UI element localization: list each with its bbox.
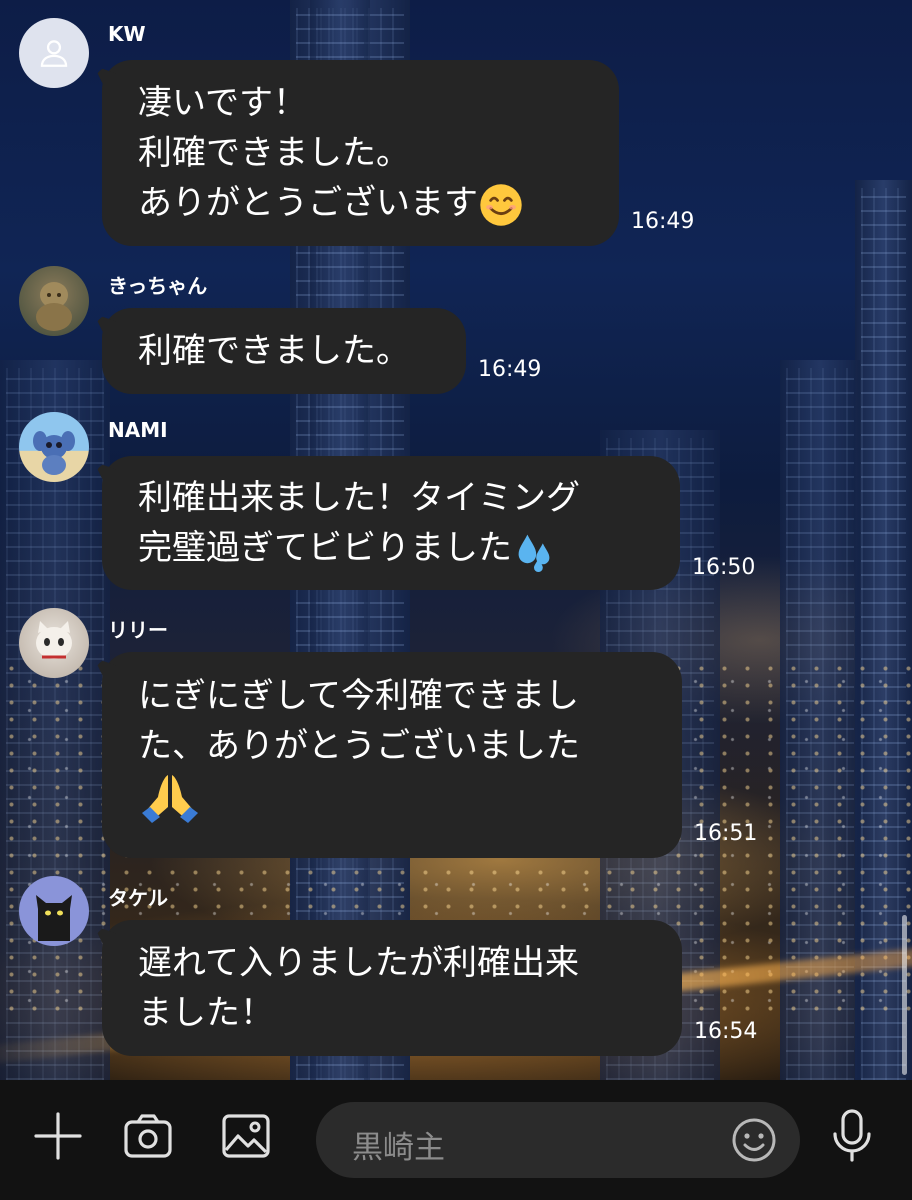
person-icon <box>40 40 68 67</box>
image-icon[interactable] <box>218 1108 274 1164</box>
avatar-user[interactable] <box>19 876 89 946</box>
message-time: 16:50 <box>692 555 756 580</box>
plus-icon[interactable] <box>30 1108 86 1164</box>
message-line: 完璧過ぎてビビりました <box>138 523 644 573</box>
message-line <box>138 771 646 827</box>
message-input[interactable]: 黒崎主 <box>316 1102 800 1178</box>
sender-name: KW <box>108 22 146 46</box>
message-list[interactable]: KW 凄いです！ 利確できました。 ありがとうございます 16:49 きっちゃん… <box>0 0 912 1080</box>
folded-hands-icon <box>142 775 198 823</box>
message-line: 凄いです！ <box>138 83 307 123</box>
message-bubble[interactable]: にぎにぎして今利確できまし た、ありがとうございました <box>102 652 682 858</box>
avatar-user[interactable] <box>19 412 89 482</box>
message-time: 16:49 <box>478 357 542 382</box>
avatar-user[interactable] <box>19 608 89 678</box>
scrollbar[interactable] <box>902 915 907 1075</box>
avatar-default[interactable] <box>19 18 89 88</box>
sender-name: タケル <box>108 886 168 910</box>
message-bubble[interactable]: 凄いです！ 利確できました。 ありがとうございます <box>102 60 619 246</box>
sender-name: リリー <box>108 618 168 642</box>
smiling-face-icon <box>480 183 522 226</box>
message-bubble[interactable]: 利確出来ました！タイミング 完璧過ぎてビビりました <box>102 456 680 590</box>
emoji-icon[interactable] <box>730 1116 778 1168</box>
message-line: ありがとうございます <box>138 178 583 228</box>
message-line: 利確できました。 <box>138 133 410 173</box>
sender-name: NAMI <box>108 418 168 442</box>
character-avatar-icon <box>33 431 75 475</box>
camera-icon[interactable] <box>120 1108 176 1164</box>
message-line: にぎにぎして今利確できまし <box>138 676 579 716</box>
sweat-droplets-icon <box>518 534 550 572</box>
message-line: 遅れて入りましたが利確出来 <box>138 943 579 983</box>
sender-name: きっちゃん <box>108 274 208 298</box>
lucky-cat-avatar-icon <box>36 621 72 659</box>
message-bubble[interactable]: 遅れて入りましたが利確出来 ました！ <box>102 920 682 1056</box>
message-line: 利確できました。 <box>138 331 410 371</box>
message-bubble[interactable]: 利確できました。 <box>102 308 466 394</box>
message-line: た、ありがとうございました <box>138 726 580 766</box>
black-cat-avatar-icon <box>36 895 72 941</box>
message-time: 16:54 <box>694 1019 758 1044</box>
message-time: 16:51 <box>694 821 758 846</box>
figure-avatar-icon <box>36 282 72 331</box>
message-line: ました！ <box>138 993 274 1033</box>
microphone-icon[interactable] <box>824 1108 880 1164</box>
message-time: 16:49 <box>631 209 695 234</box>
avatar-user[interactable] <box>19 266 89 336</box>
message-line: 利確出来ました！タイミング <box>138 478 580 518</box>
message-input-text: 黒崎主 <box>352 1130 445 1166</box>
